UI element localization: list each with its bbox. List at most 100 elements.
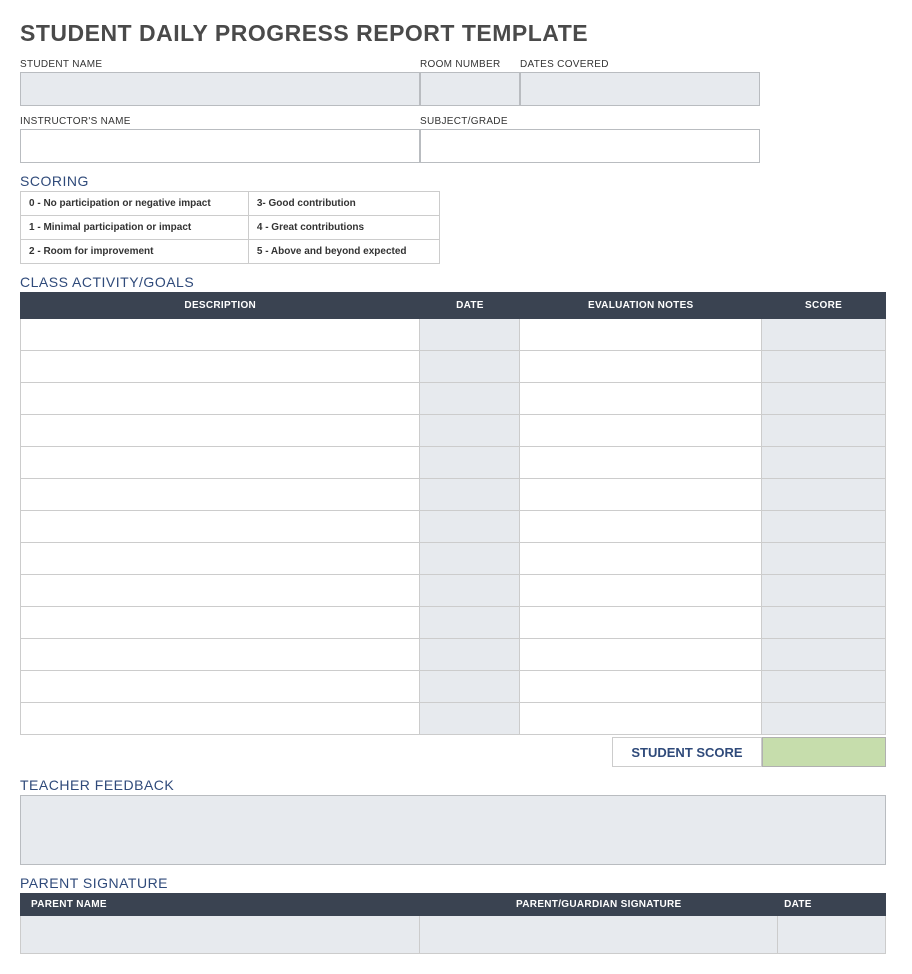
input-subject-grade[interactable]: [420, 129, 760, 163]
cell-eval[interactable]: [520, 607, 762, 639]
cell-date[interactable]: [420, 383, 520, 415]
cell-eval[interactable]: [520, 447, 762, 479]
field-row-1: STUDENT NAME ROOM NUMBER DATES COVERED: [20, 59, 892, 106]
cell-desc[interactable]: [21, 479, 420, 511]
cell-parent-signature[interactable]: [420, 916, 778, 954]
cell-score[interactable]: [762, 671, 886, 703]
cell-score[interactable]: [762, 575, 886, 607]
cell-eval[interactable]: [520, 543, 762, 575]
scoring-table: 0 - No participation or negative impact …: [20, 191, 440, 264]
th-description: DESCRIPTION: [21, 293, 420, 319]
table-row: [21, 511, 886, 543]
cell-date[interactable]: [420, 671, 520, 703]
cell-eval[interactable]: [520, 511, 762, 543]
th-parent-date: DATE: [778, 894, 886, 916]
cell-desc[interactable]: [21, 447, 420, 479]
table-row: [21, 671, 886, 703]
cell-desc[interactable]: [21, 383, 420, 415]
table-row: [21, 415, 886, 447]
cell-eval[interactable]: [520, 479, 762, 511]
cell-date[interactable]: [420, 511, 520, 543]
table-row: [21, 543, 886, 575]
table-row: [21, 703, 886, 735]
table-row: [21, 319, 886, 351]
cell-score[interactable]: [762, 543, 886, 575]
cell-desc[interactable]: [21, 703, 420, 735]
cell-eval[interactable]: [520, 575, 762, 607]
cell-date[interactable]: [420, 575, 520, 607]
table-row: [21, 351, 886, 383]
cell-desc[interactable]: [21, 415, 420, 447]
scoring-cell: 4 - Great contributions: [248, 216, 439, 240]
parent-table: PARENT NAME PARENT/GUARDIAN SIGNATURE DA…: [20, 893, 886, 954]
cell-date[interactable]: [420, 703, 520, 735]
input-student-name[interactable]: [20, 72, 420, 106]
cell-desc[interactable]: [21, 351, 420, 383]
section-activity: CLASS ACTIVITY/GOALS: [20, 274, 892, 290]
cell-date[interactable]: [420, 351, 520, 383]
cell-eval[interactable]: [520, 319, 762, 351]
cell-desc[interactable]: [21, 511, 420, 543]
th-parent-signature: PARENT/GUARDIAN SIGNATURE: [420, 894, 778, 916]
field-row-2: INSTRUCTOR'S NAME SUBJECT/GRADE: [20, 116, 892, 163]
cell-eval[interactable]: [520, 383, 762, 415]
cell-desc[interactable]: [21, 543, 420, 575]
cell-eval[interactable]: [520, 671, 762, 703]
table-row: [21, 479, 886, 511]
scoring-cell: 5 - Above and beyond expected: [248, 240, 439, 264]
table-row: [21, 607, 886, 639]
cell-eval[interactable]: [520, 351, 762, 383]
page-title: STUDENT DAILY PROGRESS REPORT TEMPLATE: [20, 20, 892, 47]
cell-date[interactable]: [420, 415, 520, 447]
scoring-cell: 2 - Room for improvement: [21, 240, 249, 264]
label-instructors-name: INSTRUCTOR'S NAME: [20, 116, 420, 127]
cell-desc[interactable]: [21, 319, 420, 351]
cell-date[interactable]: [420, 639, 520, 671]
activity-table: DESCRIPTION DATE EVALUATION NOTES SCORE: [20, 292, 886, 735]
table-row: [21, 383, 886, 415]
input-room-number[interactable]: [420, 72, 520, 106]
cell-eval[interactable]: [520, 415, 762, 447]
scoring-cell: 0 - No participation or negative impact: [21, 192, 249, 216]
cell-desc[interactable]: [21, 575, 420, 607]
cell-desc[interactable]: [21, 607, 420, 639]
label-student-name: STUDENT NAME: [20, 59, 420, 70]
cell-score[interactable]: [762, 351, 886, 383]
cell-eval[interactable]: [520, 639, 762, 671]
label-dates-covered: DATES COVERED: [520, 59, 760, 70]
label-subject-grade: SUBJECT/GRADE: [420, 116, 760, 127]
section-scoring: SCORING: [20, 173, 892, 189]
cell-desc[interactable]: [21, 671, 420, 703]
cell-date[interactable]: [420, 543, 520, 575]
input-instructors-name[interactable]: [20, 129, 420, 163]
cell-date[interactable]: [420, 479, 520, 511]
student-score-value[interactable]: [762, 737, 886, 767]
cell-parent-date[interactable]: [778, 916, 886, 954]
cell-parent-name[interactable]: [21, 916, 420, 954]
cell-score[interactable]: [762, 639, 886, 671]
cell-score[interactable]: [762, 415, 886, 447]
cell-eval[interactable]: [520, 703, 762, 735]
cell-score[interactable]: [762, 607, 886, 639]
cell-desc[interactable]: [21, 639, 420, 671]
feedback-box[interactable]: [20, 795, 886, 865]
cell-score[interactable]: [762, 511, 886, 543]
cell-score[interactable]: [762, 703, 886, 735]
cell-date[interactable]: [420, 607, 520, 639]
th-evaluation: EVALUATION NOTES: [520, 293, 762, 319]
scoring-cell: 3- Good contribution: [248, 192, 439, 216]
table-row: [21, 447, 886, 479]
table-row: [21, 575, 886, 607]
cell-score[interactable]: [762, 383, 886, 415]
cell-score[interactable]: [762, 319, 886, 351]
cell-score[interactable]: [762, 479, 886, 511]
student-score-label: STUDENT SCORE: [612, 737, 762, 767]
input-dates-covered[interactable]: [520, 72, 760, 106]
label-room-number: ROOM NUMBER: [420, 59, 520, 70]
section-parent: PARENT SIGNATURE: [20, 875, 892, 891]
cell-date[interactable]: [420, 319, 520, 351]
cell-score[interactable]: [762, 447, 886, 479]
th-parent-name: PARENT NAME: [21, 894, 420, 916]
cell-date[interactable]: [420, 447, 520, 479]
th-date: DATE: [420, 293, 520, 319]
